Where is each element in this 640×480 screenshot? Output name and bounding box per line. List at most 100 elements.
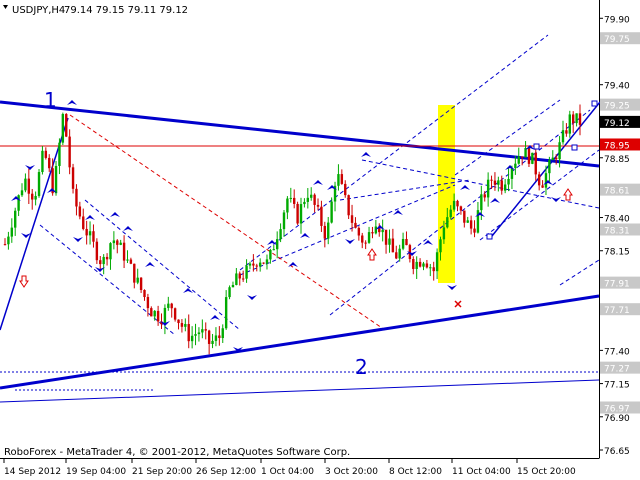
candle-bull <box>7 236 10 245</box>
candle-bull <box>548 160 551 174</box>
price-tick-label: 79.25 <box>604 102 630 112</box>
candle-bull <box>194 334 197 336</box>
candle-bull <box>435 252 439 272</box>
candle-bear <box>493 180 497 185</box>
time-tick-label: 1 Oct 04:00 <box>261 467 314 477</box>
candle-bear <box>578 113 582 125</box>
candle-bear <box>463 210 466 223</box>
candle-bull <box>398 248 401 259</box>
candle-bear <box>541 185 544 188</box>
candle-bull <box>153 310 156 317</box>
price-tick-label: 77.27 <box>604 365 630 375</box>
price-tick-label: 76.90 <box>604 414 630 424</box>
candle-bear <box>565 130 568 134</box>
candle-bear <box>354 222 357 228</box>
candle-bear <box>99 260 102 265</box>
candle-bull <box>221 328 224 339</box>
candle-bear <box>384 229 388 245</box>
price-tick-label: 76.65 <box>604 447 630 457</box>
time-tick-label: 15 Oct 20:00 <box>517 467 576 477</box>
candle-bull <box>544 173 548 188</box>
candle-bull <box>248 263 252 266</box>
candle-bull <box>245 265 248 279</box>
time-tick-label: 21 Sep 20:00 <box>132 467 192 477</box>
candle-bear <box>364 242 367 244</box>
candle-bull <box>190 335 194 342</box>
candle-bull <box>14 210 17 228</box>
candle-bull <box>531 152 534 164</box>
candle-bull <box>510 168 514 179</box>
wave-label-1: 1 <box>44 88 57 112</box>
candle-bull <box>286 198 289 213</box>
candle-bull <box>37 172 41 196</box>
candle-bull <box>211 340 214 344</box>
candle-bull <box>442 227 446 240</box>
candle-bull <box>466 220 469 223</box>
price-tick-label: 77.91 <box>604 280 630 290</box>
candle-bear <box>469 220 473 229</box>
candle-bull <box>17 195 20 211</box>
candle-bear <box>95 241 99 261</box>
candle-bear <box>255 265 258 267</box>
price-chart[interactable]: 1 2 USDJPY,H4 79.14 79.15 79.11 79.12 Ro… <box>0 0 640 480</box>
candle-bull <box>88 231 92 236</box>
candle-bear <box>31 193 34 200</box>
candle-bear <box>483 194 486 198</box>
candle-bear <box>3 244 7 246</box>
candle-bull <box>275 239 279 250</box>
candle-bear <box>323 225 327 239</box>
candle-bull <box>415 261 418 269</box>
candle-bear <box>391 238 395 253</box>
candle-bear <box>537 174 541 186</box>
candle-bear <box>405 238 408 246</box>
price-tick-label: 79.90 <box>604 15 630 25</box>
candle-bear <box>27 178 31 194</box>
candle-bull <box>568 114 571 134</box>
price-tick-label: 78.61 <box>604 187 630 197</box>
candle-bull <box>449 209 452 218</box>
candle-bull <box>136 277 139 283</box>
candle-bear <box>412 259 415 269</box>
candle-bear <box>173 308 177 320</box>
candle-bear <box>78 206 82 217</box>
candle-bull <box>112 240 116 244</box>
time-tick-label: 19 Sep 04:00 <box>66 467 126 477</box>
candle-bear <box>133 263 136 283</box>
candle-bear <box>143 289 146 298</box>
candle-bull <box>126 259 129 261</box>
candle-bull <box>10 227 14 237</box>
wave-label-2: 2 <box>355 355 368 379</box>
candle-bull <box>279 229 282 240</box>
candle-bear <box>187 324 190 342</box>
price-tick-label: 78.15 <box>604 248 630 258</box>
candle-bull <box>197 332 201 335</box>
candle-bear <box>357 227 361 236</box>
candle-bear <box>459 206 463 211</box>
candle-bear <box>262 262 265 264</box>
candle-bull <box>507 178 510 185</box>
candle-bull <box>330 201 333 223</box>
candle-bull <box>109 243 112 260</box>
time-tick-label: 11 Oct 04:00 <box>452 467 511 477</box>
price-tick-label: 78.40 <box>604 215 630 225</box>
candle-bull <box>439 239 442 253</box>
candle-bear <box>473 228 476 233</box>
price-tick-label: 78.31 <box>604 226 630 236</box>
candle-bull <box>422 263 425 267</box>
price-tick-label: 77.15 <box>604 381 630 391</box>
candle-bear <box>116 240 119 245</box>
candle-bear <box>490 179 493 181</box>
candle-bear <box>534 152 537 175</box>
candle-bear <box>146 297 150 309</box>
candle-bear <box>344 183 347 196</box>
candle-bear <box>527 147 531 164</box>
candle-bull <box>503 184 507 191</box>
candle-bull <box>102 256 105 265</box>
candle-bull <box>61 114 65 143</box>
candle-bear <box>347 195 350 216</box>
candle-bull <box>452 200 456 210</box>
candle-bull <box>167 303 170 308</box>
footer-copyright: RoboForex - MetaTrader 4, © 2001-2012, M… <box>4 447 350 458</box>
candle-bear <box>75 188 78 207</box>
candle-bull <box>214 335 218 341</box>
